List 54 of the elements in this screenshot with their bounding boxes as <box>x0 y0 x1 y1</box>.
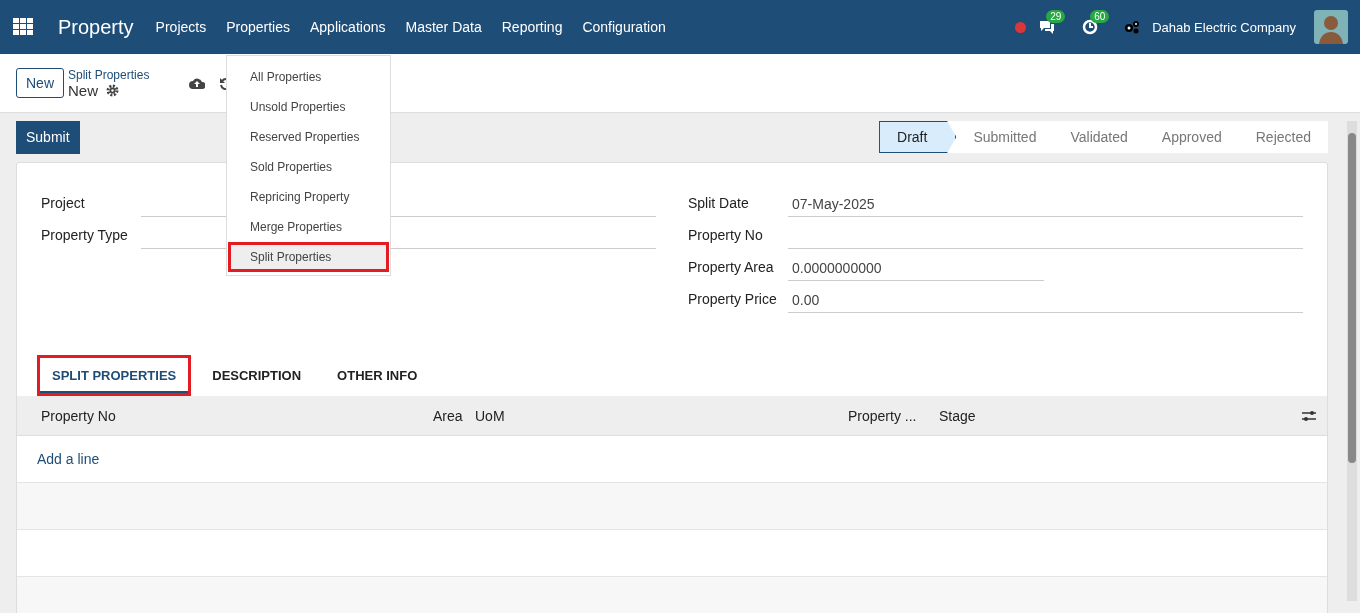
column-header[interactable]: Area <box>433 407 463 424</box>
avatar-icon[interactable] <box>1314 10 1348 44</box>
dropdown-item[interactable]: Sold Properties <box>228 152 389 182</box>
column-header[interactable]: UoM <box>475 407 505 424</box>
dropdown-item[interactable]: Unsold Properties <box>228 92 389 122</box>
column-settings-icon[interactable] <box>1301 408 1317 423</box>
menu-item[interactable]: Master Data <box>395 19 492 35</box>
field-label: Property Price <box>688 291 778 309</box>
field-label: Split Date <box>688 195 750 213</box>
column-header[interactable]: Stage <box>939 407 976 424</box>
field-label: Property Area <box>688 259 775 277</box>
breadcrumb-link[interactable]: Split Properties <box>68 67 150 82</box>
status-stage[interactable]: Draft <box>879 121 957 153</box>
status-stage[interactable]: Rejected <box>1238 121 1328 153</box>
menu-item[interactable]: Configuration <box>572 19 676 35</box>
message-count-badge: 29 <box>1046 10 1066 23</box>
field-label: Property No <box>688 227 764 245</box>
column-header[interactable]: Property ... <box>848 407 917 424</box>
cloud-upload-icon[interactable] <box>189 77 206 89</box>
gears-icon[interactable] <box>1124 20 1141 34</box>
dropdown-item[interactable]: Repricing Property <box>228 182 389 212</box>
scrollbar[interactable] <box>1347 121 1357 601</box>
status-stage[interactable]: Submitted <box>956 121 1054 153</box>
status-dot-icon[interactable] <box>1015 21 1027 33</box>
app-name[interactable]: Property <box>58 15 134 39</box>
column-header[interactable]: Property No <box>41 407 116 424</box>
activity-count-badge: 60 <box>1090 10 1110 23</box>
tab[interactable]: SPLIT PROPERTIES <box>37 355 192 396</box>
field-label: Property Type <box>41 227 129 245</box>
add-line-link[interactable]: Add a line <box>37 451 100 467</box>
field-label: Project <box>41 195 86 213</box>
status-stage[interactable]: Validated <box>1053 121 1145 153</box>
menu-item[interactable]: Applications <box>300 19 396 35</box>
menu-item[interactable]: Reporting <box>491 19 573 35</box>
company-name[interactable]: Dahab Electric Company <box>1152 19 1296 35</box>
tab[interactable]: DESCRIPTION <box>197 355 317 396</box>
chat-icon[interactable] <box>1038 19 1057 35</box>
tab[interactable]: OTHER INFO <box>322 355 433 396</box>
input-field[interactable]: 07-May-2025 <box>788 192 1303 217</box>
dropdown-item[interactable]: Merge Properties <box>228 212 389 242</box>
input-field[interactable]: 0.0000000000 <box>788 256 1044 281</box>
input-field[interactable]: 0.00 <box>788 288 1303 313</box>
settings-icon[interactable] <box>106 83 120 97</box>
apps-menu-icon[interactable] <box>13 18 33 36</box>
menu-item[interactable]: Projects <box>145 19 217 35</box>
record-name: New <box>68 81 99 99</box>
menu-item[interactable]: Properties <box>216 19 300 35</box>
status-stage[interactable]: Approved <box>1144 121 1239 153</box>
dropdown-item[interactable]: All Properties <box>228 62 389 92</box>
new-button[interactable]: New <box>16 68 64 98</box>
submit-button[interactable]: Submit <box>16 120 80 154</box>
dropdown-item[interactable]: Split Properties <box>228 242 389 272</box>
dropdown-item[interactable]: Reserved Properties <box>228 122 389 152</box>
clock-icon[interactable] <box>1082 19 1099 35</box>
